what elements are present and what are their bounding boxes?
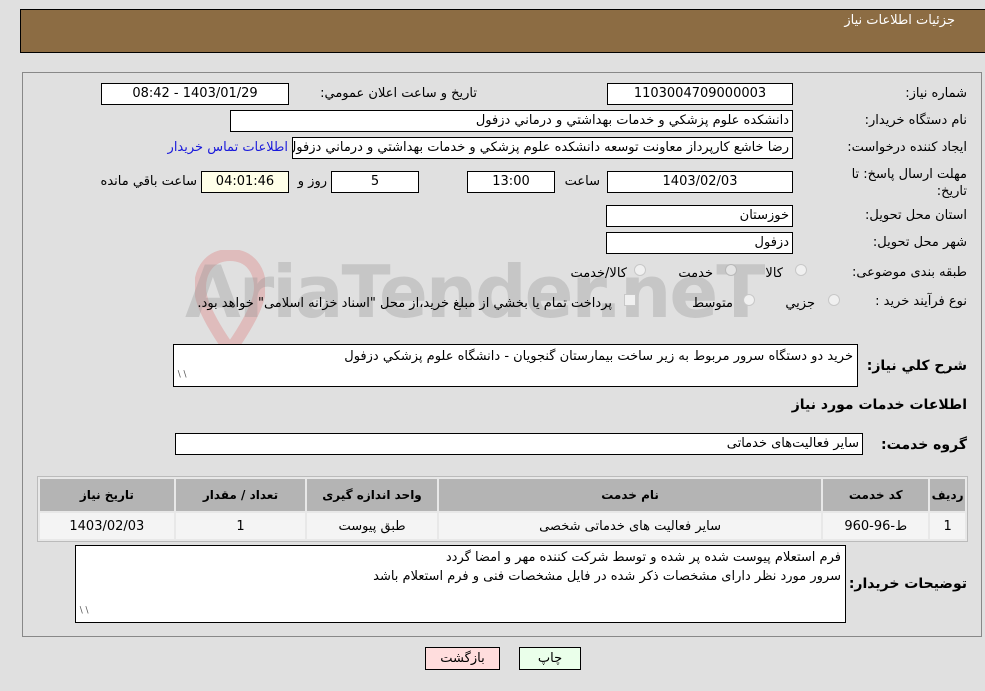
cell-service-name: ساير فعاليت هاى خدماتى شخصى (438, 513, 822, 539)
announce-datetime-field: 1403/01/29 - 08:42 (101, 83, 289, 105)
print-button[interactable]: چاپ (519, 647, 581, 670)
category-radio-goods[interactable] (795, 264, 807, 276)
cell-need-date: 1403/02/03 (40, 513, 174, 539)
purchase-type-label: نوع فرآيند خريد : (875, 294, 967, 309)
services-section-title: اطلاعات خدمات مورد نياز (791, 397, 967, 413)
buyer-org-label: نام دستگاه خريدار: (864, 113, 967, 128)
days-remaining-field: 5 (331, 171, 419, 193)
cell-service-code: ط-96-960 (823, 513, 929, 539)
page-header (20, 9, 985, 53)
purchase-type-option-medium: متوسط (692, 296, 733, 311)
announce-datetime-label: تاريخ و ساعت اعلان عمومي: (320, 86, 477, 101)
requester-field: رضا خاشع كارپرداز معاونت توسعه دانشكده ع… (292, 137, 793, 159)
requester-label: ايجاد كننده درخواست: (847, 140, 967, 155)
col-header-unit: واحد اندازه گيری (307, 479, 437, 511)
category-label: طبقه بندی موضوعی: (851, 265, 967, 280)
col-header-service-name: نام خدمت (438, 479, 822, 511)
description-textarea[interactable]: خريد دو دستگاه سرور مربوط به زير ساخت بي… (173, 344, 858, 387)
table-row: 1 ط-96-960 ساير فعاليت هاى خدماتى شخصى ط… (40, 513, 965, 539)
cell-unit: طبق پيوست (307, 513, 437, 539)
deadline-date-field: 1403/02/03 (607, 171, 793, 193)
purchase-type-option-minor: جزيي (785, 296, 815, 311)
time-remaining-field: 04:01:46 (201, 171, 289, 193)
treasury-note: پرداخت تمام يا بخشي از مبلغ خريد،از محل … (197, 296, 612, 311)
description-label: شرح كلي نياز: (866, 358, 967, 374)
province-field: خوزستان (606, 205, 793, 227)
buyer-org-field: دانشكده علوم پزشكي و خدمات بهداشتي و درم… (230, 110, 793, 132)
col-header-quantity: تعداد / مقدار (175, 479, 306, 511)
category-option-goods: كالا (765, 266, 783, 281)
col-header-need-date: تاريخ نياز (40, 479, 174, 511)
back-button[interactable]: بازگشت (425, 647, 500, 670)
purchase-type-radio-medium[interactable] (743, 294, 755, 306)
resize-grip-icon[interactable]: ∖∖ (78, 602, 89, 621)
cell-quantity: 1 (175, 513, 306, 539)
service-group-field: ساير فعاليت‌هاى خدماتى (175, 433, 863, 455)
deadline-time-label: ساعت (564, 174, 600, 189)
page-title: جزئيات اطلاعات نياز (844, 13, 955, 28)
deadline-label: مهلت ارسال پاسخ: تا تاريخ: (851, 167, 967, 199)
buyer-notes-line: سرور مورد نظر داراى مشخصات ذكر شده در فا… (373, 569, 841, 584)
city-label: شهر محل تحويل: (872, 235, 967, 250)
table-header-row: رديف كد خدمت نام خدمت واحد اندازه گيری ت… (40, 479, 965, 511)
description-text: خريد دو دستگاه سرور مربوط به زير ساخت بي… (344, 349, 853, 364)
col-header-row-num: رديف (930, 479, 965, 511)
col-header-service-code: كد خدمت (823, 479, 929, 511)
category-option-service: خدمت (678, 266, 713, 281)
buyer-notes-label: توضيحات خريدار: (848, 576, 967, 592)
treasury-checkbox[interactable] (624, 294, 636, 306)
city-field: دزفول (606, 232, 793, 254)
need-number-field: 1103004709000003 (607, 83, 793, 105)
category-radio-goods-service[interactable] (634, 264, 646, 276)
service-group-label: گروه خدمت: (881, 437, 967, 453)
buyer-notes-line: فرم استعلام پيوست شده پر شده و توسط شركت… (445, 550, 841, 565)
cell-row-num: 1 (930, 513, 965, 539)
time-remaining-label: ساعت باقي مانده (100, 174, 197, 189)
deadline-time-field: 13:00 (467, 171, 555, 193)
category-option-goods-service: كالا/خدمت (570, 266, 627, 281)
province-label: استان محل تحويل: (865, 208, 967, 223)
need-number-label: شماره نياز: (905, 86, 967, 101)
category-radio-service[interactable] (725, 264, 737, 276)
purchase-type-radio-minor[interactable] (828, 294, 840, 306)
buyer-notes-textarea[interactable]: فرم استعلام پيوست شده پر شده و توسط شركت… (75, 545, 846, 623)
resize-grip-icon[interactable]: ∖∖ (176, 366, 187, 385)
buyer-contact-link[interactable]: اطلاعات تماس خريدار (168, 140, 288, 155)
days-label: روز و (297, 174, 327, 189)
services-table: رديف كد خدمت نام خدمت واحد اندازه گيری ت… (37, 476, 968, 542)
